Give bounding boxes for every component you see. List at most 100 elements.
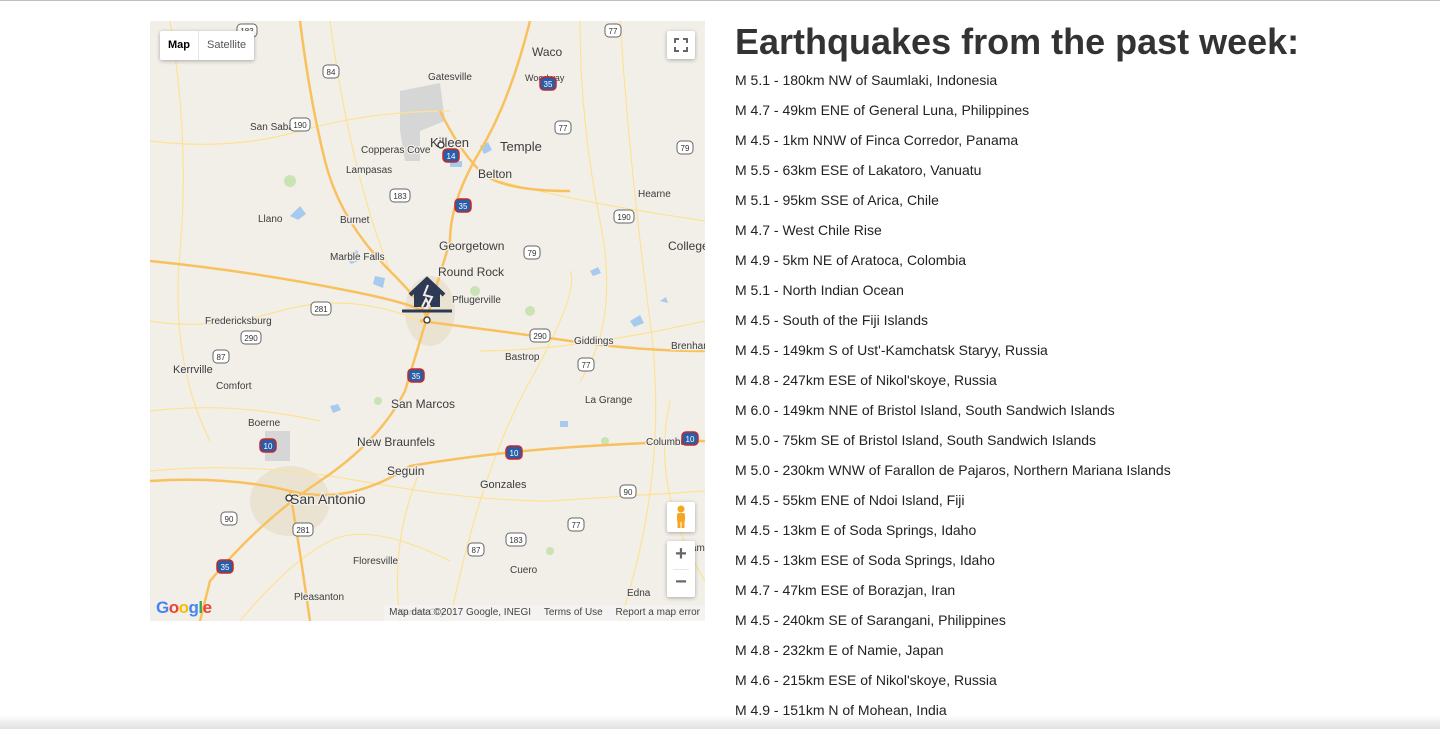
map-place-label: Hearne [638, 189, 671, 200]
highway-shield: 87 [212, 349, 230, 364]
highway-shield: 190 [289, 117, 311, 132]
map-place-label: Marble Falls [330, 252, 384, 263]
route-number: 90 [225, 515, 234, 524]
earthquake-list-item: M 4.7 - West Chile Rise [735, 222, 882, 238]
route-number: 35 [221, 563, 230, 572]
earthquake-list-item: M 5.0 - 230km WNW of Farallon de Pajaros… [735, 462, 1171, 478]
route-number: 35 [544, 80, 553, 89]
interstate-shield: 35 [407, 368, 425, 383]
map-widget[interactable]: WacoGatesvilleWoodwaySan SabaKilleenTemp… [150, 21, 705, 621]
highway-shield: 281 [310, 301, 332, 316]
route-number: 87 [217, 353, 226, 362]
highway-shield: 190 [613, 209, 635, 224]
map-place-label: Temple [500, 139, 542, 154]
highway-shield: 77 [567, 517, 585, 532]
earthquake-list-item: M 4.5 - South of the Fiji Islands [735, 312, 928, 328]
map-place-label: San Saba [250, 122, 294, 133]
route-number: 10 [686, 435, 695, 444]
map-type-satellite-button[interactable]: Satellite [198, 31, 254, 60]
map-place-label: San Marcos [391, 397, 455, 411]
map-place-label: Copperas Cove [361, 145, 431, 156]
highway-shield: 87 [467, 542, 485, 557]
route-number: 77 [609, 27, 618, 36]
route-number: 281 [296, 526, 310, 535]
highway-shield: 77 [554, 120, 572, 135]
pegman-icon [677, 505, 685, 528]
map-place-label: College Sta [668, 239, 705, 253]
highway-shield: 79 [523, 245, 541, 260]
route-number: 77 [582, 361, 591, 370]
zoom-control: + − [667, 541, 695, 597]
earthquake-list-item: M 4.7 - 47km ESE of Borazjan, Iran [735, 582, 956, 598]
map-type-map-button[interactable]: Map [160, 31, 198, 60]
interstate-shield: 10 [681, 431, 699, 446]
earthquake-list-item: M 4.5 - 13km ESE of Soda Springs, Idaho [735, 552, 995, 568]
earthquake-list: M 5.1 - 180km NW of Saumlaki, Indonesia M… [735, 70, 1171, 730]
earthquake-list-item: M 4.7 - 49km ENE of General Luna, Philip… [735, 102, 1030, 118]
zoom-out-button[interactable]: − [667, 569, 695, 597]
earthquake-list-item: M 6.0 - 149km NNE of Bristol Island, Sou… [735, 402, 1115, 418]
route-number: 281 [314, 305, 328, 314]
map-place-label: Kerrville [173, 364, 213, 376]
fullscreen-button[interactable] [667, 31, 695, 59]
map-place-label: Comfort [216, 381, 252, 392]
zoom-in-button[interactable]: + [667, 541, 695, 569]
terms-of-use-link[interactable]: Terms of Use [539, 607, 608, 618]
map-place-label: Cuero [510, 565, 538, 576]
highway-shield: 183 [389, 188, 411, 203]
map-place-label: Seguin [387, 464, 424, 478]
route-number: 79 [528, 249, 537, 258]
report-map-error-link[interactable]: Report a map error [611, 607, 705, 618]
map-place-label: Llano [258, 214, 283, 225]
route-number: 90 [624, 488, 633, 497]
route-number: 14 [447, 152, 456, 161]
map-place-label: Killeen [430, 135, 469, 150]
map-place-label: Lampasas [346, 165, 392, 176]
earthquake-marker-icon[interactable] [402, 275, 452, 320]
earthquake-list-item: M 4.5 - 13km E of Soda Springs, Idaho [735, 522, 977, 538]
route-number: 35 [459, 202, 468, 211]
map-place-label: New Braunfels [357, 435, 435, 449]
fullscreen-icon [674, 38, 688, 52]
interstate-shield: 35 [216, 559, 234, 574]
route-number: 183 [393, 192, 407, 201]
map-data-credit: Map data ©2017 Google, INEGI [389, 607, 532, 618]
earthquake-list-item: M 5.1 - 95km SSE of Arica, Chile [735, 192, 939, 208]
route-number: 77 [559, 124, 568, 133]
highway-shield: 79 [676, 140, 694, 155]
google-logo[interactable]: Google [156, 598, 212, 618]
highway-shield: 290 [240, 330, 262, 345]
page-title: Earthquakes from the past week: [735, 21, 1300, 62]
map-place-label: Pleasanton [294, 592, 344, 603]
highway-shield: 90 [220, 511, 238, 526]
route-number: 190 [617, 213, 631, 222]
map-place-label: San Antonio [290, 491, 366, 507]
route-number: 77 [572, 521, 581, 530]
earthquake-list-item: M 4.5 - 149km S of Ust'-Kamchatsk Staryy… [735, 342, 1048, 358]
route-number: 10 [510, 449, 519, 458]
map-place-label: Belton [478, 167, 512, 181]
map-place-label: Pflugerville [452, 295, 501, 306]
interstate-shield: 35 [454, 198, 472, 213]
street-view-pegman-button[interactable] [667, 502, 695, 532]
map-place-label: Boerne [248, 418, 281, 429]
map-place-label: Fredericksburg [205, 316, 272, 327]
earthquake-list-item: M 5.0 - 75km SE of Bristol Island, South… [735, 432, 1097, 448]
bottom-shadow [0, 715, 1440, 729]
earthquake-list-item: M 4.8 - 247km ESE of Nikol'skoye, Russia [735, 372, 997, 388]
earthquake-list-item: M 5.1 - North Indian Ocean [735, 282, 904, 298]
interstate-shield: 10 [259, 438, 277, 453]
route-number: 290 [533, 332, 547, 341]
map-place-label: Bastrop [505, 352, 540, 363]
earthquake-list-item: M 5.1 - 180km NW of Saumlaki, Indonesia [735, 72, 998, 88]
map-place-label: Waco [532, 45, 563, 59]
map-place-label: La Grange [585, 395, 633, 406]
route-number: 79 [681, 144, 690, 153]
route-number: 35 [412, 372, 421, 381]
route-number: 290 [244, 334, 258, 343]
route-number: 190 [293, 121, 307, 130]
map-place-label: Georgetown [439, 239, 504, 253]
highway-shield: 281 [292, 522, 314, 537]
route-number: 84 [327, 68, 336, 77]
map-canvas[interactable]: WacoGatesvilleWoodwaySan SabaKilleenTemp… [150, 21, 705, 621]
